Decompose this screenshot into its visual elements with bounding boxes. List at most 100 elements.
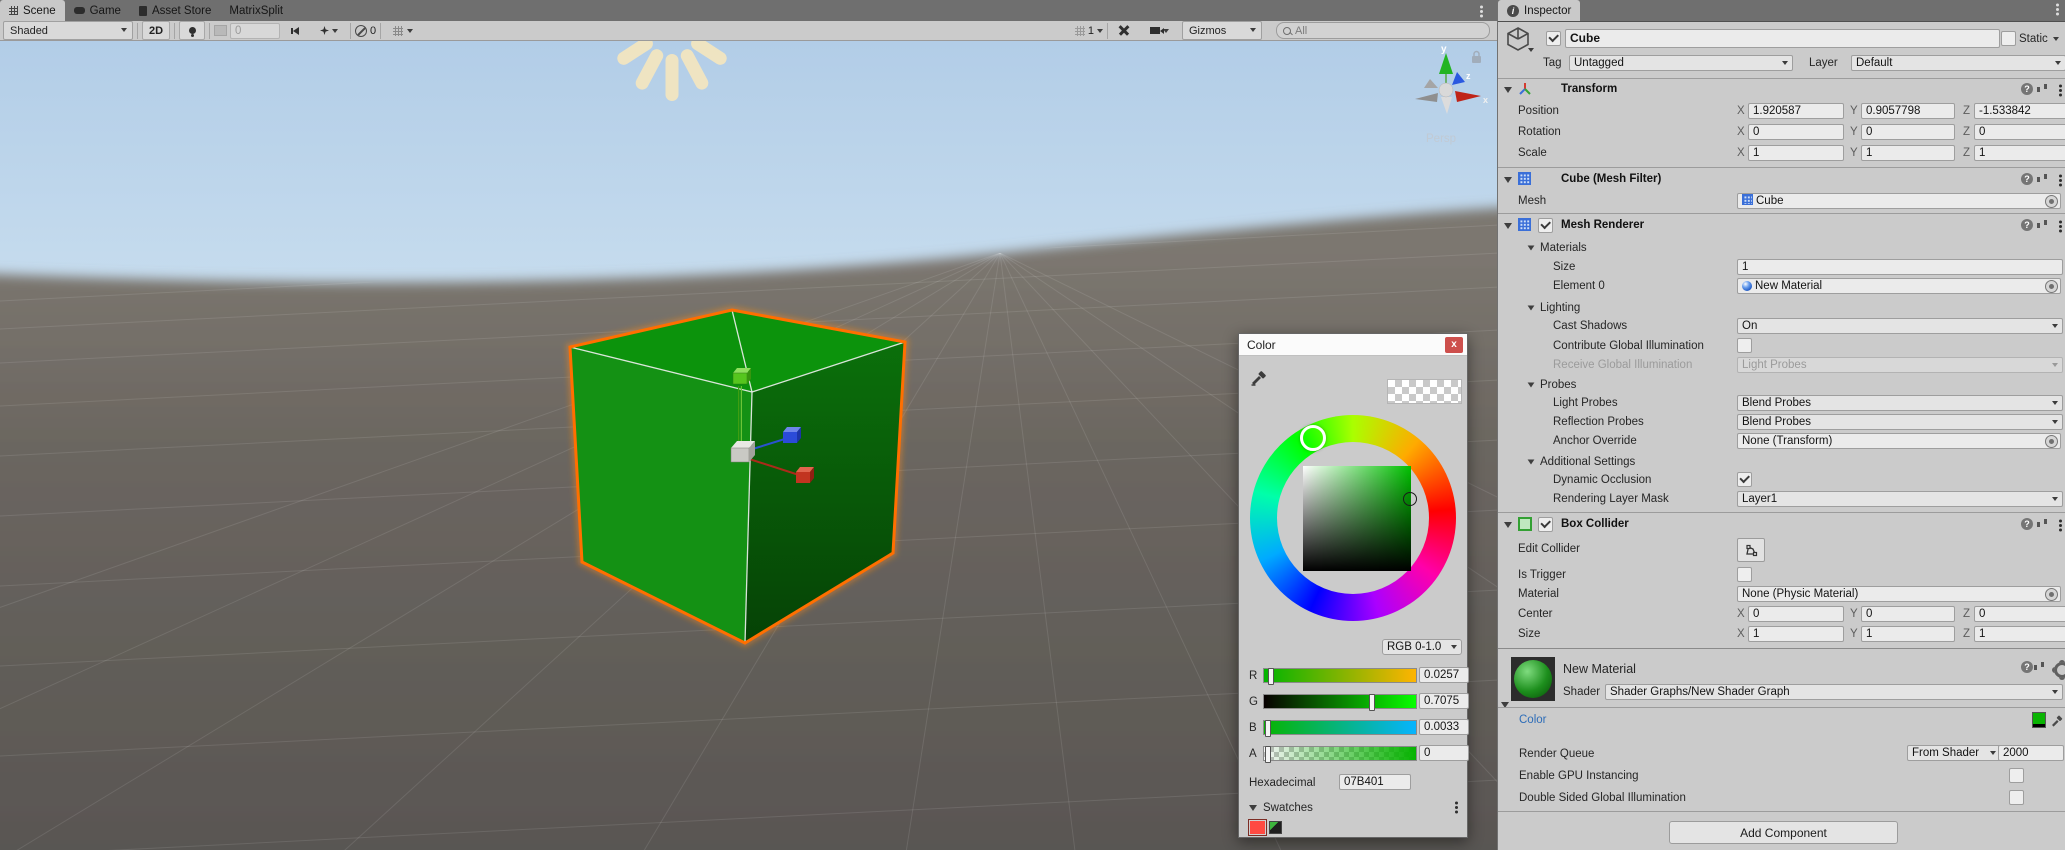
slider-r-handle[interactable] xyxy=(1268,668,1274,685)
slider-g-handle[interactable] xyxy=(1369,694,1375,711)
slider-b-track[interactable] xyxy=(1263,720,1417,735)
position-z-field[interactable]: -1.533842 xyxy=(1974,103,2065,119)
collider-size-x-field[interactable]: 1 xyxy=(1748,626,1844,642)
element0-object-picker-icon[interactable] xyxy=(2045,280,2058,293)
transform-foldout[interactable] xyxy=(1504,87,1512,93)
reflection-probes-dropdown[interactable]: Blend Probes xyxy=(1737,414,2063,430)
swatch-material-green[interactable] xyxy=(1269,821,1282,834)
slider-a-track[interactable] xyxy=(1263,746,1417,761)
transform-kebab-icon[interactable] xyxy=(2059,89,2062,92)
collider-size-y-field[interactable]: 1 xyxy=(1861,626,1955,642)
saturation-value-box[interactable] xyxy=(1303,466,1411,571)
slider-a-handle[interactable] xyxy=(1265,746,1271,763)
mesh-filter-help-icon[interactable]: ? xyxy=(2021,173,2033,185)
center-z-field[interactable]: 0 xyxy=(1974,606,2065,622)
contribute-gi-checkbox[interactable] xyxy=(1737,338,1752,353)
eyedropper-icon[interactable] xyxy=(1249,366,1269,386)
box-collider-help-icon[interactable]: ? xyxy=(2021,518,2033,530)
tag-dropdown[interactable]: Untagged xyxy=(1569,55,1793,71)
edit-collider-button[interactable] xyxy=(1737,538,1765,562)
2d-toggle-button[interactable]: 2D xyxy=(142,21,170,40)
material-preview-thumbnail[interactable] xyxy=(1511,657,1555,701)
shader-dropdown[interactable]: Shader Graphs/New Shader Graph xyxy=(1605,684,2063,700)
gameobject-name-field[interactable]: Cube xyxy=(1565,29,2000,48)
audio-toggle-button[interactable] xyxy=(284,22,308,39)
slider-a-value[interactable]: 0 xyxy=(1419,745,1469,761)
transform-help-icon[interactable]: ? xyxy=(2021,83,2033,95)
scale-y-field[interactable]: 1 xyxy=(1861,145,1955,161)
mesh-filter-kebab-icon[interactable] xyxy=(2059,179,2062,182)
static-checkbox[interactable] xyxy=(2001,31,2016,46)
material-gear-icon[interactable] xyxy=(2054,662,2065,678)
hidden-objects-group[interactable]: 0 xyxy=(355,22,376,39)
tab-scene[interactable]: Scene xyxy=(0,0,65,21)
position-y-field[interactable]: 0.9057798 xyxy=(1861,103,1955,119)
rotation-y-field[interactable]: 0 xyxy=(1861,124,1955,140)
anchor-override-picker-icon[interactable] xyxy=(2045,435,2058,448)
dynamic-occlusion-checkbox[interactable] xyxy=(1737,472,1752,487)
mesh-filter-foldout[interactable] xyxy=(1504,177,1512,183)
render-queue-mode-dropdown[interactable]: From Shader xyxy=(1907,745,2001,761)
material-color-label[interactable]: Color xyxy=(1519,712,1546,728)
transform-title[interactable]: Transform xyxy=(1561,83,1617,95)
shading-mode-dropdown[interactable]: Shaded xyxy=(3,21,133,40)
scale-z-field[interactable]: 1 xyxy=(1974,145,2065,161)
slider-r-track[interactable] xyxy=(1263,668,1417,683)
scene-camera-dropdown[interactable] xyxy=(1140,22,1178,39)
gameobject-icon-caret[interactable] xyxy=(1528,48,1534,52)
probes-foldout[interactable] xyxy=(1528,382,1535,387)
sv-selector-circle[interactable] xyxy=(1403,492,1417,506)
grid-visibility-dropdown[interactable] xyxy=(385,22,421,39)
cast-shadows-dropdown[interactable]: On xyxy=(1737,318,2063,334)
color-dialog-titlebar[interactable]: Color x xyxy=(1239,334,1467,356)
material-help-icon[interactable]: ? xyxy=(2021,661,2033,673)
materials-size-field[interactable]: 1 xyxy=(1737,259,2063,275)
gpu-instancing-checkbox[interactable] xyxy=(2009,768,2024,783)
rotation-x-field[interactable]: 0 xyxy=(1748,124,1844,140)
color-eyedropper-icon[interactable] xyxy=(2050,712,2064,727)
tab-asset-store[interactable]: Asset Store xyxy=(130,0,220,21)
collider-size-z-field[interactable]: 1 xyxy=(1974,626,2065,642)
mesh-filter-title[interactable]: Cube (Mesh Filter) xyxy=(1561,173,1661,185)
scene-strip-kebab-icon[interactable] xyxy=(1480,4,1483,16)
box-collider-enabled-checkbox[interactable] xyxy=(1538,517,1553,532)
tab-inspector[interactable]: i Inspector xyxy=(1498,0,1580,21)
double-sided-gi-checkbox[interactable] xyxy=(2009,790,2024,805)
scene-tools-button[interactable] xyxy=(1112,22,1136,39)
is-trigger-checkbox[interactable] xyxy=(1737,567,1752,582)
add-component-button[interactable]: Add Component xyxy=(1669,821,1898,844)
hue-selector-ring[interactable] xyxy=(1300,425,1326,451)
mesh-renderer-foldout[interactable] xyxy=(1504,223,1512,229)
box-collider-title[interactable]: Box Collider xyxy=(1561,518,1629,530)
inspector-kebab-icon[interactable] xyxy=(2056,8,2059,11)
light-probes-dropdown[interactable]: Blend Probes xyxy=(1737,395,2063,411)
scale-x-field[interactable]: 1 xyxy=(1748,145,1844,161)
tab-matrixsplit[interactable]: MatrixSplit xyxy=(220,0,292,21)
slider-b-value[interactable]: 0.0033 xyxy=(1419,719,1469,735)
slider-b-handle[interactable] xyxy=(1265,720,1271,737)
slider-g-track[interactable] xyxy=(1263,694,1417,709)
rotation-z-field[interactable]: 0 xyxy=(1974,124,2065,140)
anchor-override-object-field[interactable]: None (Transform) xyxy=(1737,433,2061,449)
material-color-swatch[interactable] xyxy=(2032,712,2046,728)
position-x-field[interactable]: 1.920587 xyxy=(1748,103,1844,119)
mesh-renderer-help-icon[interactable]: ? xyxy=(2021,219,2033,231)
physic-material-picker-icon[interactable] xyxy=(2045,588,2058,601)
center-x-field[interactable]: 0 xyxy=(1748,606,1844,622)
static-caret[interactable] xyxy=(2053,37,2059,41)
additional-settings-foldout[interactable] xyxy=(1528,459,1535,464)
swatches-foldout[interactable] xyxy=(1249,805,1257,811)
swatches-kebab-icon[interactable] xyxy=(1455,806,1458,809)
box-collider-foldout[interactable] xyxy=(1504,522,1512,528)
grid-snap-group[interactable]: 1 xyxy=(1075,22,1103,39)
rendering-layer-mask-dropdown[interactable]: Layer1 xyxy=(1737,491,2063,507)
slider-g-value[interactable]: 0.7075 xyxy=(1419,693,1469,709)
color-dialog-close-button[interactable]: x xyxy=(1445,337,1463,353)
orientation-gizmo[interactable]: y z x Persp xyxy=(1415,44,1488,145)
tab-game[interactable]: Game xyxy=(65,0,130,21)
mesh-object-picker-icon[interactable] xyxy=(2045,195,2058,208)
center-y-field[interactable]: 0 xyxy=(1861,606,1955,622)
mesh-renderer-title[interactable]: Mesh Renderer xyxy=(1561,219,1644,231)
effects-dropdown-button[interactable] xyxy=(312,22,346,39)
lighting-toggle-button[interactable] xyxy=(179,21,205,40)
